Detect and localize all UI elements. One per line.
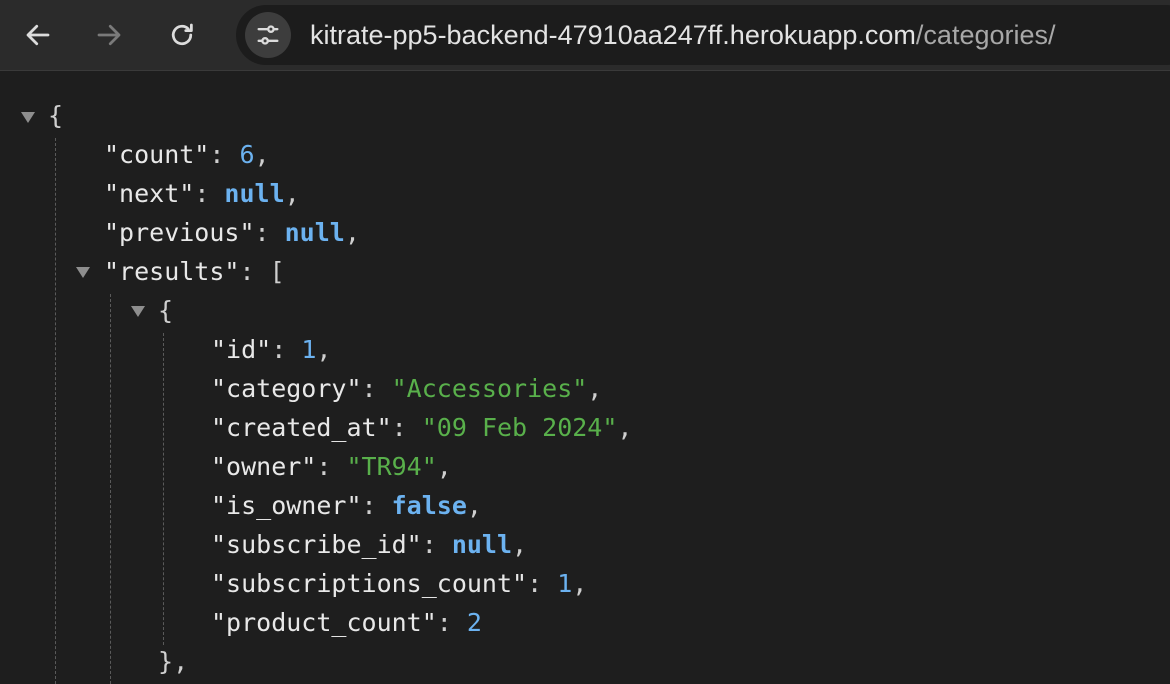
json-line-category: "category": "Accessories", [211, 374, 603, 403]
url-path: /categories/ [915, 20, 1056, 50]
indent-guide-results [110, 294, 111, 684]
json-line-created-at: "created_at": "09 Feb 2024", [211, 413, 633, 442]
json-key: "results" [104, 257, 240, 286]
json-key: "next" [104, 179, 195, 208]
json-viewer: { "count": 6, "next": null, "previous": … [0, 82, 1170, 684]
json-null: null [451, 530, 513, 559]
tune-icon [257, 25, 279, 45]
json-close-brace: } [158, 647, 174, 676]
collapse-toggle-results[interactable] [76, 267, 90, 278]
json-line-product-count: "product_count": 2 [211, 608, 482, 637]
json-number: 1 [301, 335, 317, 364]
json-line: { [48, 96, 63, 135]
json-line: { [158, 291, 173, 330]
collapse-toggle-item[interactable] [131, 306, 145, 317]
json-key: "is_owner" [211, 491, 362, 520]
json-key: "previous" [104, 218, 255, 247]
collapse-toggle-root[interactable] [21, 112, 35, 123]
reload-icon [171, 23, 193, 46]
forward-arrow-icon [97, 24, 121, 46]
json-null: null [284, 218, 345, 247]
json-number: 6 [239, 140, 255, 169]
json-string: "Accessories" [391, 374, 588, 403]
json-string: "TR94" [346, 452, 437, 481]
back-arrow-icon [26, 24, 50, 46]
json-number: 1 [557, 569, 573, 598]
json-key: "subscribe_id" [211, 530, 422, 559]
json-string: "09 Feb 2024" [421, 413, 618, 442]
indent-guide-item [163, 333, 164, 645]
json-number: 2 [466, 608, 482, 637]
json-key: "count" [104, 140, 210, 169]
json-line-next: "next": null, [104, 179, 300, 208]
forward-button[interactable] [86, 12, 132, 58]
json-key: "product_count" [211, 608, 437, 637]
url-text[interactable]: kitrate-pp5-backend-47910aa247ff.herokua… [310, 17, 1056, 53]
json-null: null [224, 179, 285, 208]
json-boolean: false [391, 491, 467, 520]
json-line-id: "id": 1, [211, 335, 332, 364]
json-line-results: "results": [ [104, 257, 285, 286]
reload-button[interactable] [159, 12, 205, 58]
json-key: "created_at" [211, 413, 392, 442]
json-line: }, [158, 647, 189, 676]
url-domain: kitrate-pp5-backend-47910aa247ff.herokua… [310, 20, 916, 50]
json-line-subscriptions-count: "subscriptions_count": 1, [211, 569, 588, 598]
json-line-is-owner: "is_owner": false, [211, 491, 482, 520]
json-key: "owner" [211, 452, 317, 481]
indent-guide-root [55, 138, 56, 684]
back-button[interactable] [15, 12, 61, 58]
json-key: "id" [211, 335, 272, 364]
json-key: "category" [211, 374, 362, 403]
json-key: "subscriptions_count" [211, 569, 528, 598]
site-info-button[interactable] [245, 12, 291, 58]
json-open-bracket: [ [269, 257, 285, 286]
json-line-owner: "owner": "TR94", [211, 452, 452, 481]
json-line-count: "count": 6, [104, 140, 270, 169]
json-open-brace: { [158, 296, 174, 325]
json-line-previous: "previous": null, [104, 218, 360, 247]
browser-toolbar: kitrate-pp5-backend-47910aa247ff.herokua… [0, 0, 1170, 71]
json-line-subscribe-id: "subscribe_id": null, [211, 530, 528, 559]
json-open-brace: { [48, 101, 64, 130]
